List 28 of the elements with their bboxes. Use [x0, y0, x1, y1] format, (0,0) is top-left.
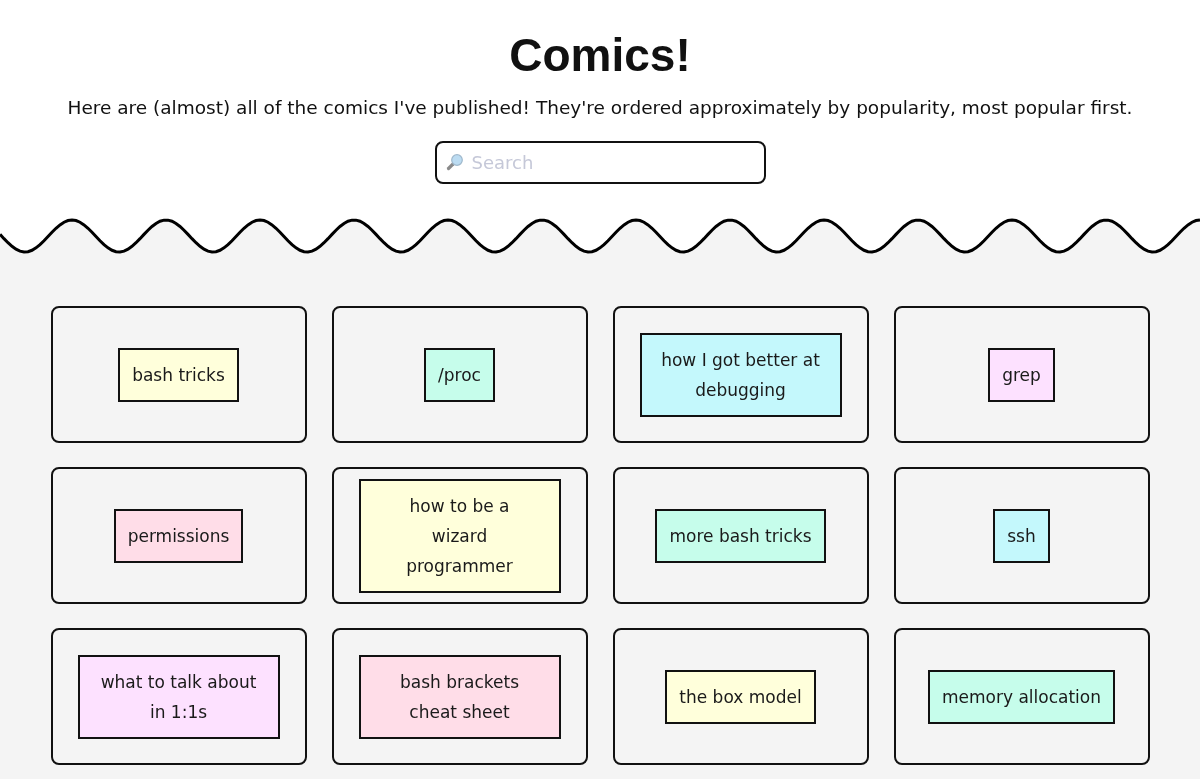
- comic-title: what to talk about in 1:1s: [77, 654, 280, 739]
- comic-card[interactable]: what to talk about in 1:1s: [50, 628, 307, 765]
- search-icon: [445, 153, 464, 171]
- comic-card[interactable]: more bash tricks: [612, 467, 869, 604]
- comic-title: how I got better at debugging: [639, 332, 842, 417]
- comic-title: bash tricks: [118, 347, 239, 402]
- comic-card[interactable]: how I got better at debugging: [612, 306, 869, 443]
- comic-card[interactable]: bash brackets cheat sheet: [331, 628, 588, 765]
- comic-card[interactable]: memory allocation: [893, 628, 1150, 765]
- comic-card[interactable]: grep: [893, 306, 1150, 443]
- search-field[interactable]: Search: [434, 141, 766, 184]
- comic-title: /proc: [424, 347, 495, 402]
- comic-card[interactable]: /proc: [331, 306, 588, 443]
- comic-title: grep: [988, 347, 1055, 402]
- comic-card[interactable]: how to be a wizard programmer: [331, 467, 588, 604]
- comic-title: bash brackets cheat sheet: [358, 654, 561, 739]
- comic-title: more bash tricks: [655, 508, 826, 563]
- comic-title: ssh: [993, 508, 1050, 563]
- comic-card[interactable]: ssh: [893, 467, 1150, 604]
- comic-title: memory allocation: [928, 669, 1115, 724]
- comic-title: the box model: [665, 669, 816, 724]
- comic-card[interactable]: bash tricks: [50, 306, 307, 443]
- comic-title: permissions: [113, 508, 244, 563]
- comic-title: how to be a wizard programmer: [358, 478, 561, 593]
- page-description: Here are (almost) all of the comics I've published! They're ordered approximately by popularity, most popular first.: [67, 96, 1133, 120]
- comic-card[interactable]: permissions: [50, 467, 307, 604]
- comic-card[interactable]: the box model: [612, 628, 869, 765]
- page-title: Comics!: [509, 28, 691, 82]
